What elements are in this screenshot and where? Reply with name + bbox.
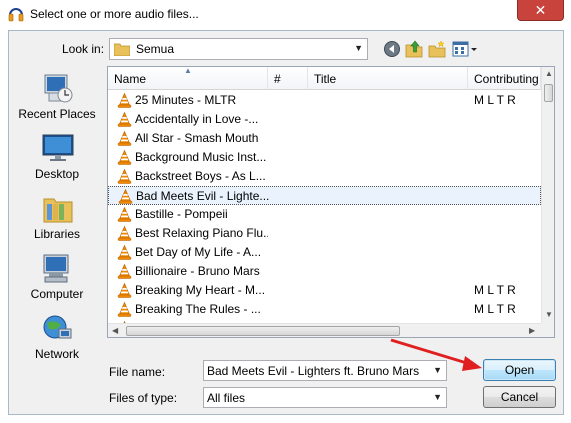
file-name-cell: Backstreet Boys - As L... — [135, 169, 266, 183]
file-row[interactable]: Bet Day of My Life - A... — [108, 243, 541, 262]
network-icon — [43, 315, 72, 339]
file-contributing-cell: M L T R — [474, 93, 516, 107]
file-name-cell: Breaking The Rules - ... — [135, 302, 261, 316]
vlc-cone-icon — [117, 150, 132, 165]
file-name-cell: 25 Minutes - MLTR — [135, 93, 237, 107]
file-name-cell: Bet Day of My Life - A... — [135, 245, 262, 259]
column-header-label: Contributing — [474, 72, 539, 86]
vlc-cone-icon — [117, 112, 132, 127]
files-of-type-label: Files of type: — [109, 391, 178, 405]
place-libraries[interactable]: Libraries — [14, 188, 100, 241]
column-header-title[interactable]: Title — [308, 67, 468, 90]
vertical-scrollbar[interactable]: ▲ ▼ — [541, 67, 554, 323]
scroll-right-icon[interactable]: ▶ — [529, 326, 535, 335]
window-title: Select one or more audio files... — [30, 7, 199, 21]
place-label: Desktop — [34, 167, 80, 181]
files-of-type-value: All files — [207, 391, 246, 405]
file-row[interactable]: Best Relaxing Piano Flu... — [108, 224, 541, 243]
scroll-up-icon[interactable]: ▲ — [545, 69, 553, 78]
place-desktop[interactable]: Desktop — [14, 128, 100, 181]
vlc-cone-icon — [117, 283, 132, 298]
column-header-label: # — [274, 72, 281, 86]
up-folder-icon[interactable] — [405, 40, 423, 58]
vlc-cone-icon — [117, 245, 132, 260]
folder-icon — [114, 43, 130, 56]
back-icon[interactable] — [383, 40, 401, 58]
look-in-value: Semua — [136, 42, 175, 56]
file-name-field[interactable]: Bad Meets Evil - Lighters ft. Bruno Mars… — [203, 360, 447, 381]
file-row[interactable]: All Star - Smash Mouth — [108, 129, 541, 148]
file-row[interactable]: Background Music Inst... — [108, 148, 541, 167]
column-header-name[interactable]: ▲ Name — [108, 67, 268, 90]
audacity-headphones-icon — [8, 8, 24, 22]
sort-ascending-icon: ▲ — [184, 67, 192, 75]
file-name-cell: Background Music Inst... — [135, 150, 267, 164]
vlc-cone-icon — [117, 93, 132, 108]
close-icon: ✕ — [534, 2, 547, 18]
open-button[interactable]: Open — [483, 359, 556, 381]
file-contributing-cell: M L T R — [474, 302, 516, 316]
scroll-thumb[interactable] — [126, 326, 400, 336]
chevron-down-icon[interactable]: ▼ — [354, 43, 363, 53]
vlc-cone-icon — [118, 189, 133, 204]
place-computer[interactable]: Computer — [14, 248, 100, 301]
files-of-type-select[interactable]: All files ▼ — [203, 387, 447, 408]
column-header-label: Title — [314, 72, 337, 86]
new-folder-icon[interactable] — [428, 40, 446, 58]
file-name-cell: Best Relaxing Piano Flu... — [135, 226, 268, 240]
file-contributing-cell: M L T R — [474, 283, 516, 297]
look-in-label: Look in: — [62, 42, 105, 56]
scrollbar-corner — [541, 323, 554, 337]
file-row[interactable]: Breaking The Rules - ... M L T R — [108, 300, 541, 319]
scroll-thumb[interactable] — [544, 84, 553, 102]
place-label: Libraries — [33, 227, 81, 241]
look-in-combo[interactable]: Semua ▼ — [109, 38, 368, 60]
scroll-down-icon[interactable]: ▼ — [545, 310, 553, 319]
vlc-cone-icon — [117, 169, 132, 184]
desktop-icon — [42, 134, 74, 161]
vlc-cone-icon — [117, 226, 132, 241]
scroll-left-icon[interactable]: ◀ — [112, 326, 118, 335]
dialog-body: Look in: Semua ▼ Recent Places Desktop L… — [8, 30, 564, 415]
file-name-cell: Bastille - Pompeii — [135, 207, 228, 221]
chevron-down-icon[interactable]: ▼ — [433, 392, 442, 402]
title-bar: Select one or more audio files... ✕ — [0, 0, 571, 30]
vlc-cone-icon — [117, 264, 132, 279]
recent-places-icon — [44, 74, 73, 103]
file-name-cell: Breaking My Heart - M... — [135, 283, 266, 297]
computer-icon — [43, 254, 69, 283]
cancel-button[interactable]: Cancel — [483, 386, 556, 408]
file-row[interactable]: Backstreet Boys - As L... — [108, 167, 541, 186]
vlc-cone-icon — [117, 207, 132, 222]
file-row[interactable]: Bastille - Pompeii — [108, 205, 541, 224]
file-name-label: File name: — [109, 365, 166, 379]
file-name-cell: All Star - Smash Mouth — [135, 131, 259, 145]
place-recent-places[interactable]: Recent Places — [14, 68, 100, 121]
places-bar: Recent Places Desktop Libraries Computer… — [14, 68, 100, 361]
view-menu-icon[interactable] — [452, 40, 478, 58]
file-row[interactable]: 25 Minutes - MLTR M L T R — [108, 91, 541, 110]
file-row[interactable]: Bad Meets Evil - Lighte... — [108, 186, 541, 205]
file-row[interactable]: Accidentally in Love -... — [108, 110, 541, 129]
column-header-label: Name — [114, 72, 147, 86]
file-row[interactable]: Billionaire - Bruno Mars — [108, 262, 541, 281]
libraries-icon — [43, 198, 73, 223]
vlc-cone-icon — [117, 131, 132, 146]
file-list[interactable]: ▲ Name # Title Contributing 25 Minutes -… — [107, 66, 555, 338]
place-network[interactable]: Network — [14, 308, 100, 361]
vlc-cone-icon — [117, 302, 132, 317]
file-name-cell: Bad Meets Evil - Lighte... — [136, 189, 269, 203]
file-name-cell: Accidentally in Love -... — [135, 112, 259, 126]
chevron-down-icon[interactable]: ▼ — [433, 365, 442, 375]
place-label: Computer — [30, 287, 84, 301]
file-row[interactable]: Breaking My Heart - M... M L T R — [108, 281, 541, 300]
file-name-cell: Billionaire - Bruno Mars — [135, 264, 260, 278]
place-label: Recent Places — [18, 107, 96, 121]
column-header-number[interactable]: # — [268, 67, 308, 90]
file-name-value: Bad Meets Evil - Lighters ft. Bruno Mars — [207, 364, 420, 378]
place-label: Network — [34, 347, 79, 361]
close-button[interactable]: ✕ — [517, 0, 564, 21]
column-header-contributing[interactable]: Contributing — [468, 67, 541, 90]
horizontal-scrollbar[interactable]: ◀ ▶ — [108, 323, 541, 337]
